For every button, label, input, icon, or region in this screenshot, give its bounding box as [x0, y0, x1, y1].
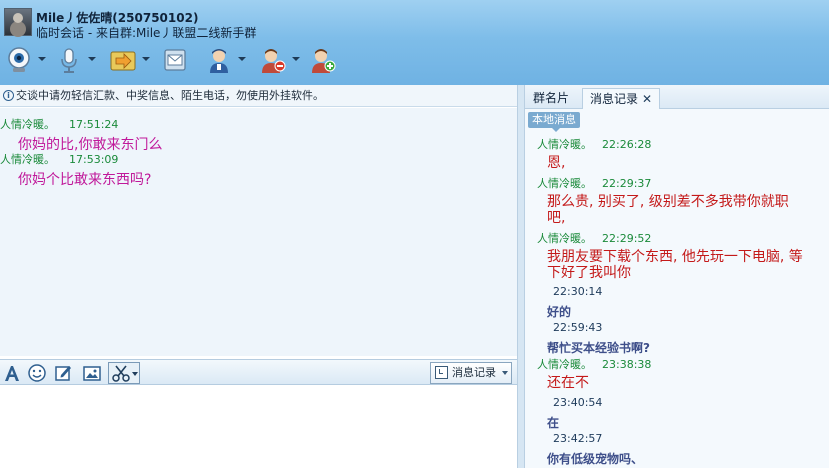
avatar[interactable]: [4, 8, 32, 36]
history-message-text: 那么贵, 别买了, 级别差不多我带你就职吧,: [547, 194, 789, 226]
chat-pane: i 交谈中请勿轻信汇款、中奖信息、陌生电话，勿使用外挂软件。 人情冷暖。 17:5…: [0, 85, 517, 468]
message-time: 22:29:52: [602, 232, 652, 245]
message-text: 你妈个比敢来东西吗?: [18, 172, 152, 188]
history-own-message: 好的: [547, 305, 572, 319]
sender-name: 人情冷暖。: [0, 153, 55, 166]
message-time: 17:51:24: [69, 118, 119, 131]
history-message-text: 我朋友要下载个东西, 他先玩一下电脑, 等下好了我叫你: [547, 249, 803, 281]
sender-name: 人情冷暖。: [537, 177, 592, 190]
input-toolbar: 消息记录: [0, 359, 517, 385]
message-time: 22:30:14: [553, 285, 603, 298]
mail-button[interactable]: [158, 44, 192, 76]
history-message-text: 还在不: [547, 375, 589, 391]
history-message-header: 人情冷暖。 23:38:38: [537, 356, 651, 372]
window-header: Mile丿佐佐晴(250750102) 临时会话 - 来自群:Mile丿联盟二线…: [0, 0, 829, 85]
clock-icon: [435, 366, 448, 379]
edit-icon: [55, 366, 71, 381]
message-history-button[interactable]: 消息记录: [430, 362, 512, 384]
message-time: 23:42:57: [553, 432, 603, 445]
tab-group-card[interactable]: 群名片: [527, 88, 575, 109]
contact-subtitle: 临时会话 - 来自群:Mile丿联盟二线新手群: [36, 26, 257, 40]
chevron-down-icon: [502, 371, 508, 375]
side-tabs: 群名片 消息记录 ✕: [525, 85, 829, 109]
chat-message: 人情冷暖。 17:51:24 你妈的比,你敢来东门么: [0, 116, 162, 154]
emoji-icon: [28, 364, 46, 382]
voice-button[interactable]: [52, 44, 96, 76]
chevron-down-icon: [132, 372, 138, 376]
message-header: 人情冷暖。 17:51:24: [0, 116, 162, 132]
history-message-header: 人情冷暖。 22:26:28: [537, 136, 651, 152]
message-header: 人情冷暖。 17:53:09: [0, 151, 151, 167]
file-transfer-button[interactable]: [106, 44, 150, 76]
history-pane: 群名片 消息记录 ✕ 本地消息 人情冷暖。 22:26:28 恩, 人情冷暖。 22…: [525, 85, 829, 468]
block-user-button[interactable]: [256, 44, 300, 76]
emoji-button[interactable]: [27, 363, 47, 383]
sender-name: 人情冷暖。: [537, 138, 592, 151]
message-time: 23:38:38: [602, 358, 652, 371]
security-notice: i 交谈中请勿轻信汇款、中奖信息、陌生电话，勿使用外挂软件。: [0, 85, 517, 107]
history-own-message: 在: [547, 416, 560, 430]
message-time: 23:40:54: [553, 396, 603, 409]
pane-splitter[interactable]: [517, 85, 525, 468]
chat-message: 人情冷暖。 17:53:09 你妈个比敢来东西吗?: [0, 151, 151, 189]
history-message-header: 人情冷暖。 22:29:37: [537, 175, 651, 191]
remote-assist-button[interactable]: [202, 44, 246, 76]
history-button-label: 消息记录: [452, 366, 496, 379]
file-transfer-icon: [110, 51, 136, 71]
message-time: 17:53:09: [69, 153, 119, 166]
add-friend-button[interactable]: [306, 44, 340, 76]
image-icon: [83, 366, 101, 381]
screenshot-button[interactable]: [108, 362, 140, 384]
add-friend-icon: [312, 49, 336, 73]
edit-button[interactable]: [53, 363, 73, 383]
webcam-icon: [8, 47, 30, 72]
image-button[interactable]: [82, 363, 102, 383]
remote-assist-icon: [210, 49, 228, 73]
tab-message-history[interactable]: 消息记录 ✕: [582, 88, 660, 109]
microphone-icon: [61, 48, 77, 73]
history-message-header: 人情冷暖。 22:29:52: [537, 230, 651, 246]
message-history[interactable]: 人情冷暖。 17:51:24 你妈的比,你敢来东门么 人情冷暖。 17:53:09 …: [0, 108, 517, 356]
font-button[interactable]: [2, 363, 22, 383]
sender-name: 人情冷暖。: [537, 232, 592, 245]
history-message-text: 恩,: [547, 155, 566, 171]
sender-name: 人情冷暖。: [537, 358, 592, 371]
notice-text: 交谈中请勿轻信汇款、中奖信息、陌生电话，勿使用外挂软件。: [16, 89, 324, 102]
toolbar: [0, 44, 400, 76]
message-time: 22:26:28: [602, 138, 652, 151]
font-icon: [5, 366, 19, 381]
info-icon: i: [3, 90, 14, 101]
local-messages-tag: 本地消息: [528, 112, 580, 132]
message-time: 22:29:37: [602, 177, 652, 190]
mail-icon: [164, 49, 186, 71]
block-user-icon: [262, 49, 286, 73]
webcam-button[interactable]: [2, 44, 46, 76]
history-own-message: 帮忙买本经验书啊?: [547, 341, 650, 355]
sender-name: 人情冷暖。: [0, 118, 55, 131]
message-time: 22:59:43: [553, 321, 603, 334]
history-own-message: 你有低级宠物吗、: [547, 452, 644, 466]
close-icon[interactable]: ✕: [642, 89, 652, 109]
tab-label: 消息记录: [590, 92, 639, 106]
scissors-icon: [112, 365, 130, 382]
message-input[interactable]: [0, 386, 517, 468]
